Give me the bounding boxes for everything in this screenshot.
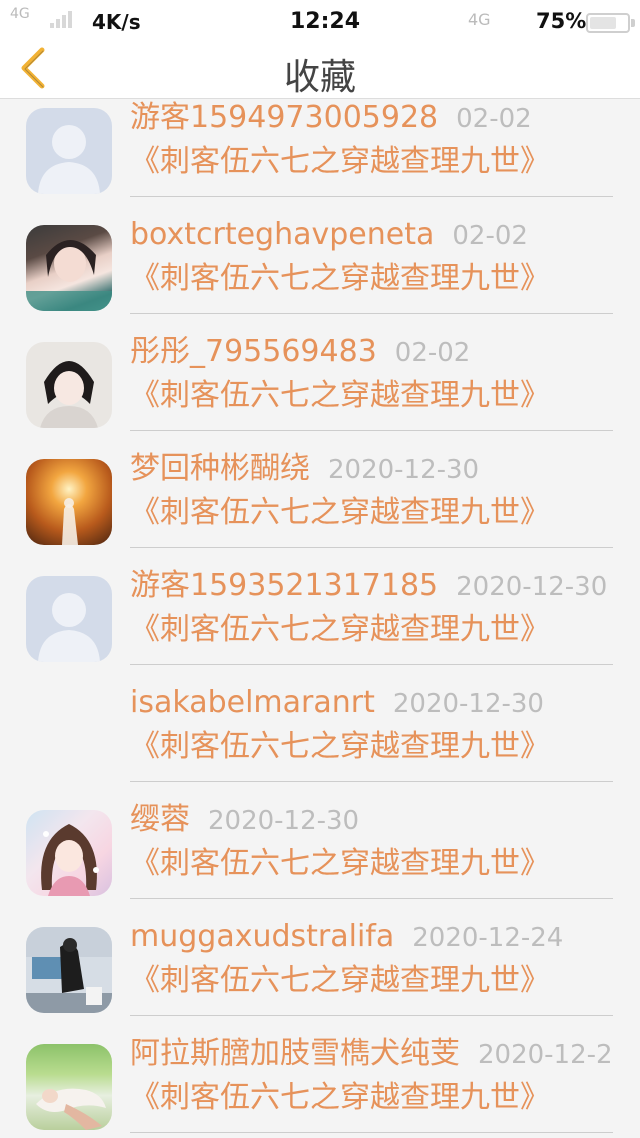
date: 2020-12-30 [208, 806, 360, 836]
user-name[interactable]: 游客1594973005928 [130, 100, 438, 135]
date: 2020-12-30 [392, 689, 544, 719]
avatar[interactable] [26, 810, 112, 896]
user-name-line: 梦回种彬醐绕 2020-12-30 [130, 451, 479, 488]
divider [130, 547, 613, 548]
user-name[interactable]: isakabelmaranrt [130, 685, 375, 720]
avatar[interactable] [26, 108, 112, 194]
user-name-line: boxtcrteghavpeneta 02-02 [130, 217, 528, 254]
divider [130, 313, 613, 314]
avatar[interactable] [26, 693, 112, 779]
battery-percent: 75% [536, 9, 587, 33]
list-item[interactable]: boxtcrteghavpeneta 02-02 《刺客伍六七之穿越查理九世》 [0, 203, 640, 320]
avatar[interactable] [26, 927, 112, 1013]
divider [130, 898, 613, 899]
clock: 12:24 [290, 9, 361, 34]
list-item[interactable]: 缨蓉 2020-12-30 《刺客伍六七之穿越查理九世》 [0, 788, 640, 905]
default-avatar-icon [38, 125, 100, 194]
list-item[interactable]: 阿拉斯膪加肢雪檇犬纯芰 2020-12-2 《刺客伍六七之穿越查理九世》 [0, 1022, 640, 1138]
date: 02-02 [394, 338, 471, 368]
user-name-line: muggaxudstralifa 2020-12-24 [130, 919, 563, 956]
book-title[interactable]: 《刺客伍六七之穿越查理九世》 [130, 261, 550, 297]
signal-icon [50, 10, 78, 28]
user-name[interactable]: 阿拉斯膪加肢雪檇犬纯芰 [130, 1036, 460, 1071]
book-title[interactable]: 《刺客伍六七之穿越查理九世》 [130, 495, 550, 531]
user-name-line: isakabelmaranrt 2020-12-30 [130, 685, 544, 722]
photo-icon [36, 1088, 106, 1130]
user-name-line: 游客1593521317185 2020-12-30 [130, 568, 607, 605]
book-title[interactable]: 《刺客伍六七之穿越查理九世》 [130, 963, 550, 999]
divider [130, 430, 613, 431]
list-item[interactable]: 游客1594973005928 02-02 《刺客伍六七之穿越查理九世》 [0, 98, 640, 203]
user-name-line: 缨蓉 2020-12-30 [130, 802, 359, 839]
book-title[interactable]: 《刺客伍六七之穿越查理九世》 [130, 144, 550, 180]
nav-bar: 收藏 [0, 42, 640, 99]
date: 02-02 [452, 221, 528, 251]
list-item[interactable]: 彤彤_795569483 02-02 《刺客伍六七之穿越查理九世》 [0, 320, 640, 437]
book-title[interactable]: 《刺客伍六七之穿越查理九世》 [130, 612, 550, 648]
date: 2020-12-2 [478, 1040, 613, 1070]
photo-icon [40, 361, 98, 428]
book-title[interactable]: 《刺客伍六七之穿越查理九世》 [130, 729, 550, 765]
user-name-line: 彤彤_795569483 02-02 [130, 334, 470, 371]
network-type-left: 4G [10, 6, 30, 22]
divider [130, 664, 613, 665]
photo-icon [62, 498, 78, 545]
list-item[interactable]: isakabelmaranrt 2020-12-30 《刺客伍六七之穿越查理九世》 [0, 671, 640, 788]
avatar[interactable] [26, 342, 112, 428]
user-name-line: 游客1594973005928 02-02 [130, 100, 532, 137]
date: 2020-12-30 [456, 572, 608, 602]
anime-avatar-icon [41, 824, 99, 896]
user-name[interactable]: 彤彤_795569483 [130, 334, 377, 369]
favorites-list[interactable]: 游客1594973005928 02-02 《刺客伍六七之穿越查理九世》 boxt… [0, 98, 640, 1138]
user-name[interactable]: 梦回种彬醐绕 [130, 451, 310, 486]
divider [130, 1132, 613, 1133]
avatar[interactable] [26, 576, 112, 662]
avatar[interactable] [26, 1044, 112, 1130]
default-avatar-icon [38, 593, 100, 662]
list-item[interactable]: muggaxudstralifa 2020-12-24 《刺客伍六七之穿越查理九世… [0, 905, 640, 1022]
list-item[interactable]: 游客1593521317185 2020-12-30 《刺客伍六七之穿越查理九世》 [0, 554, 640, 671]
book-title[interactable]: 《刺客伍六七之穿越查理九世》 [130, 1080, 550, 1116]
user-name[interactable]: 游客1593521317185 [130, 568, 438, 603]
book-title[interactable]: 《刺客伍六七之穿越查理九世》 [130, 378, 550, 414]
user-name[interactable]: boxtcrteghavpeneta [130, 217, 434, 252]
avatar[interactable] [26, 225, 112, 311]
user-name-line: 阿拉斯膪加肢雪檇犬纯芰 2020-12-2 [130, 1036, 613, 1073]
divider [130, 781, 613, 782]
user-name[interactable]: muggaxudstralifa [130, 919, 394, 954]
divider [130, 196, 613, 197]
status-bar: 4G 4K/s 12:24 4G 75% [0, 0, 640, 42]
photo-icon [26, 240, 112, 311]
date: 2020-12-30 [328, 455, 480, 485]
photo-icon [26, 927, 112, 1013]
user-name[interactable]: 缨蓉 [130, 802, 190, 837]
network-type-right: 4G [468, 10, 491, 29]
page-title: 收藏 [283, 57, 356, 98]
book-title[interactable]: 《刺客伍六七之穿越查理九世》 [130, 846, 550, 882]
date: 02-02 [456, 104, 532, 134]
avatar[interactable] [26, 459, 112, 545]
battery-icon [586, 13, 635, 33]
list-item[interactable]: 梦回种彬醐绕 2020-12-30 《刺客伍六七之穿越查理九世》 [0, 437, 640, 554]
network-speed: 4K/s [92, 10, 141, 34]
date: 2020-12-24 [412, 923, 564, 953]
divider [130, 1015, 613, 1016]
